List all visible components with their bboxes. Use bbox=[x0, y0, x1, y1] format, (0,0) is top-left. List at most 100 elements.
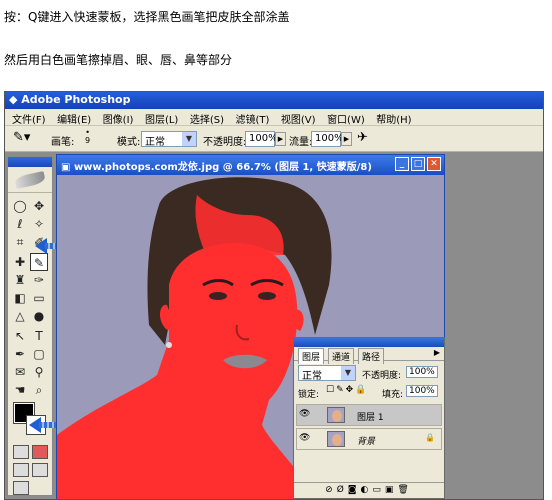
screen-mode-icon[interactable] bbox=[13, 463, 29, 477]
flow-label: 流量: bbox=[289, 137, 313, 148]
minimize-icon[interactable]: _ bbox=[395, 157, 409, 171]
layer-thumbnail bbox=[327, 431, 345, 447]
airbrush-icon[interactable]: ✈ bbox=[357, 130, 368, 145]
new-group-icon[interactable]: ▭ bbox=[372, 485, 385, 495]
triangle-right-icon[interactable]: ▶ bbox=[275, 132, 286, 146]
eye-icon[interactable]: 👁 bbox=[299, 409, 310, 419]
chevron-down-icon: ▼ bbox=[182, 132, 196, 146]
crop-icon[interactable]: ⌗ bbox=[11, 233, 29, 251]
layer-name: 背景 bbox=[357, 437, 376, 447]
document-title: www.photops.com龙依.jpg @ 66.7% (图层 1, 快速蒙… bbox=[73, 162, 372, 173]
new-adjustment-icon[interactable]: ◐ bbox=[361, 485, 373, 495]
healing-brush-icon[interactable]: ✚ bbox=[11, 253, 29, 271]
gradient-icon[interactable]: ▭ bbox=[30, 289, 48, 307]
add-mask-icon[interactable]: ◙ bbox=[348, 485, 361, 495]
lock-options-icons[interactable]: ☐✎✥🔒 bbox=[326, 385, 368, 395]
document-titlebar: ▣ www.photops.com龙依.jpg @ 66.7% (图层 1, 快… bbox=[57, 155, 444, 175]
menu-view[interactable]: 视图(V) bbox=[277, 109, 320, 126]
flow-value: 100% bbox=[315, 133, 344, 144]
lock-label: 锁定: bbox=[298, 390, 320, 400]
path-select-icon[interactable]: ↖ bbox=[11, 327, 29, 345]
menu-file[interactable]: 文件(F) bbox=[8, 109, 50, 126]
blend-mode-select[interactable]: 正常 ▼ bbox=[298, 365, 356, 382]
layer-opacity-value: 100% bbox=[409, 367, 435, 377]
toolbox-titlebar bbox=[8, 157, 52, 167]
hand-icon[interactable]: ☚ bbox=[11, 381, 29, 399]
clone-stamp-icon[interactable]: ♜ bbox=[11, 271, 29, 289]
close-icon[interactable]: ✕ bbox=[427, 157, 441, 171]
notes-icon[interactable]: ✉ bbox=[11, 363, 29, 381]
jump-to-imageready-icon[interactable] bbox=[13, 481, 29, 495]
tab-channels[interactable]: 通道 bbox=[328, 348, 355, 364]
menu-window[interactable]: 窗口(W) bbox=[323, 109, 369, 126]
app-icon: ◆ bbox=[9, 93, 22, 106]
menu-help[interactable]: 帮助(H) bbox=[372, 109, 415, 126]
fill-label: 填充: bbox=[382, 390, 404, 400]
layer-thumbnail bbox=[327, 407, 345, 423]
fill-field[interactable]: 100% bbox=[406, 385, 438, 397]
history-brush-icon[interactable]: ✑ bbox=[30, 271, 48, 289]
photoshop-window: ◆ Adobe Photoshop 文件(F) 编辑(E) 图像(I) 图层(L… bbox=[4, 91, 544, 500]
chevron-down-icon: ▼ bbox=[341, 366, 355, 380]
instruction-line-1: 按：Q键进入快速蒙板，选择黑色画笔把皮肤全部涂盖 bbox=[4, 10, 290, 24]
window-controls: _ □ ✕ bbox=[393, 157, 441, 171]
menu-filter[interactable]: 滤镜(T) bbox=[231, 109, 273, 126]
eye-icon[interactable]: 👁 bbox=[299, 433, 310, 443]
blend-mode-value: 正常 bbox=[302, 371, 322, 382]
tab-paths[interactable]: 路径 bbox=[358, 348, 385, 364]
brush-size-value: 9 bbox=[85, 136, 91, 145]
fullscreen-mode-icon[interactable] bbox=[32, 463, 48, 477]
photoshop-feather-logo bbox=[8, 167, 52, 193]
move-icon[interactable]: ✥ bbox=[30, 197, 48, 215]
menu-select[interactable]: 选择(S) bbox=[186, 109, 228, 126]
opacity-value: 100% bbox=[249, 133, 278, 144]
layers-panel: 图层 通道 路径 ▶ 正常 ▼ 不透明度: 100% 锁定: ☐✎✥🔒 填充: … bbox=[293, 337, 445, 499]
layer-row[interactable]: 👁 背景 🔒 bbox=[296, 428, 442, 450]
lasso-icon[interactable]: ℓ bbox=[11, 215, 29, 233]
brush-tool-preset-icon[interactable]: ✎▾ bbox=[13, 130, 30, 145]
marquee-icon[interactable]: ◯ bbox=[11, 197, 29, 215]
eraser-icon[interactable]: ◧ bbox=[11, 289, 29, 307]
lock-row: 锁定: ☐✎✥🔒 填充: 100% bbox=[294, 384, 444, 400]
options-bar: ✎▾ 画笔: • 9 模式: 正常 ▼ 不透明度: 100% ▶ 流量: 100%… bbox=[5, 126, 543, 152]
shape-icon[interactable]: ▢ bbox=[30, 345, 48, 363]
standard-mode-icon[interactable] bbox=[13, 445, 29, 459]
brush-label: 画笔: bbox=[51, 137, 75, 148]
menu-bar: 文件(F) 编辑(E) 图像(I) 图层(L) 选择(S) 滤镜(T) 视图(V… bbox=[5, 109, 543, 126]
layers-panel-titlebar bbox=[294, 338, 444, 347]
panel-menu-icon[interactable]: ▶ bbox=[434, 348, 440, 357]
brush-icon[interactable]: ✎ bbox=[30, 253, 48, 271]
fill-value: 100% bbox=[409, 386, 435, 396]
pen-icon[interactable]: ✒ bbox=[11, 345, 29, 363]
type-icon[interactable]: T bbox=[30, 327, 48, 345]
maximize-icon[interactable]: □ bbox=[411, 157, 425, 171]
quick-mask-icon[interactable] bbox=[32, 445, 48, 459]
magic-wand-icon[interactable]: ✧ bbox=[30, 215, 48, 233]
mode-select[interactable]: 正常 ▼ bbox=[141, 131, 197, 148]
flow-field[interactable]: 100% ▶ bbox=[311, 131, 352, 147]
link-layers-icon[interactable]: ⊘ bbox=[325, 485, 337, 495]
eyedropper-icon[interactable]: ⚲ bbox=[30, 363, 48, 381]
app-title: Adobe Photoshop bbox=[21, 93, 131, 106]
triangle-right-icon[interactable]: ▶ bbox=[341, 132, 352, 146]
instruction-line-2: 然后用白色画笔擦掉眉、眼、唇、鼻等部分 bbox=[4, 53, 233, 67]
zoom-icon[interactable]: ⌕ bbox=[30, 381, 48, 399]
layer-style-icon[interactable]: Ø bbox=[337, 485, 348, 495]
blur-icon[interactable]: △ bbox=[11, 307, 29, 325]
tab-layers[interactable]: 图层 bbox=[298, 348, 325, 364]
new-layer-icon[interactable]: ▣ bbox=[385, 485, 398, 495]
layer-opacity-field[interactable]: 100% bbox=[406, 366, 438, 378]
layers-panel-footer: ⊘Ø◙◐▭▣🗑 bbox=[294, 482, 444, 498]
delete-layer-icon[interactable]: 🗑 bbox=[397, 485, 412, 495]
menu-image[interactable]: 图像(I) bbox=[99, 109, 138, 126]
brush-size-picker[interactable]: • 9 bbox=[85, 129, 90, 145]
menu-layer[interactable]: 图层(L) bbox=[141, 109, 182, 126]
mode-label: 模式: bbox=[117, 137, 141, 148]
dodge-icon[interactable]: ● bbox=[30, 307, 48, 325]
layer-row[interactable]: 👁 图层 1 bbox=[296, 404, 442, 426]
opacity-field[interactable]: 100% ▶ bbox=[245, 131, 286, 147]
document-icon: ▣ bbox=[61, 162, 74, 173]
menu-edit[interactable]: 编辑(E) bbox=[53, 109, 95, 126]
toolbox: ◯ ✥ ℓ ✧ ⌗ ✐ ✚ ✎ ♜ ✑ ◧ ▭ △ ● ↖ T ✒ ▢ ✉ ⚲ … bbox=[7, 156, 53, 496]
opacity-label: 不透明度: bbox=[203, 137, 247, 148]
